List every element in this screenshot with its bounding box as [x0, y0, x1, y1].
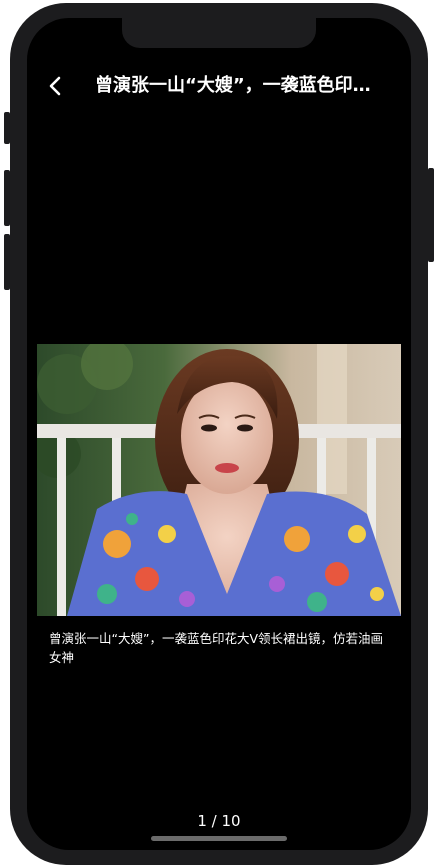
notch	[122, 18, 316, 48]
volume-down-button	[4, 234, 10, 290]
home-indicator[interactable]	[151, 836, 287, 841]
page-title: 曾演张一山“大嫂”，一袭蓝色印花大V领长裙出镜，仿若油画女神	[95, 75, 387, 96]
page-indicator: 1 / 10	[197, 812, 241, 830]
chevron-left-icon	[48, 76, 62, 96]
gallery-photo[interactable]	[37, 344, 401, 616]
photo-caption: 曾演张一山“大嫂”，一袭蓝色印花大V领长裙出镜，仿若油画女神	[49, 631, 384, 665]
silent-switch	[4, 112, 10, 144]
header: 曾演张一山“大嫂”，一袭蓝色印花大V领长裙出镜，仿若油画女神	[27, 68, 411, 104]
volume-up-button	[4, 170, 10, 226]
back-button[interactable]	[37, 68, 73, 104]
screen: 曾演张一山“大嫂”，一袭蓝色印花大V领长裙出镜，仿若油画女神	[27, 18, 411, 850]
power-button	[428, 168, 434, 262]
